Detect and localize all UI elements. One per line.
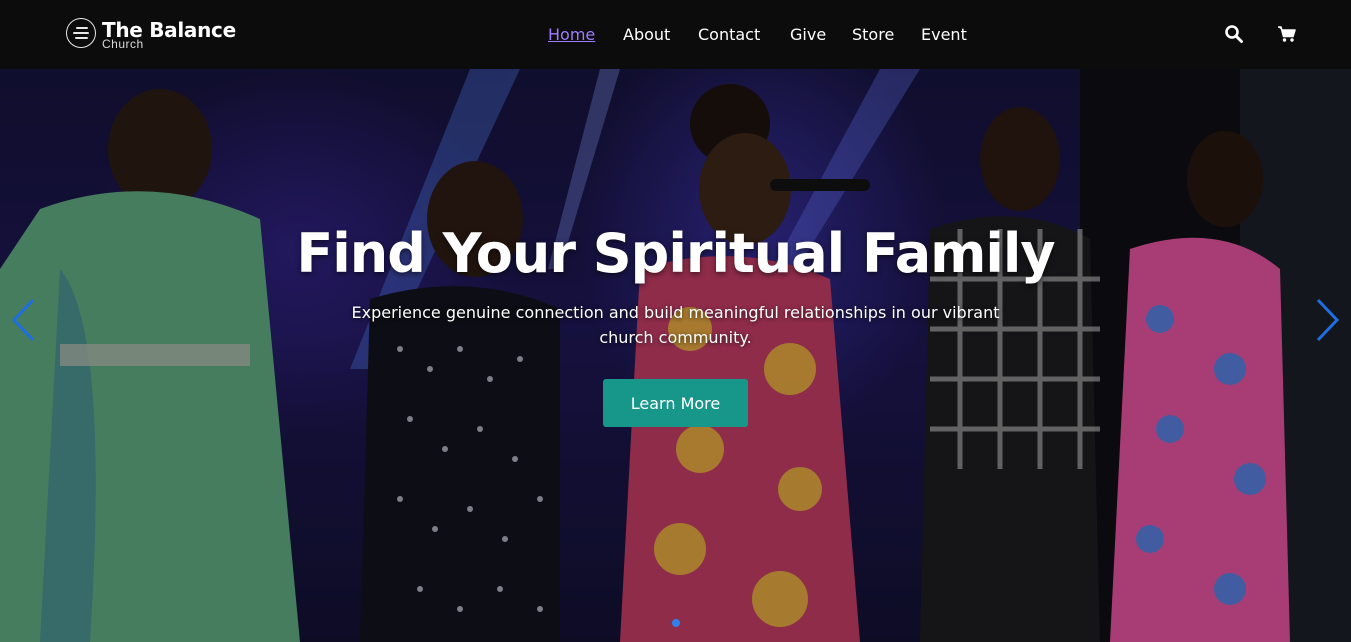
- logo-mark-icon: [66, 18, 96, 48]
- cart-icon[interactable]: [1277, 24, 1297, 44]
- nav-item-give[interactable]: Give: [790, 24, 826, 46]
- nav-item-store[interactable]: Store: [852, 24, 894, 46]
- brand-tagline: Church: [102, 37, 144, 51]
- hero-slider: Find Your Spiritual Family Experience ge…: [0, 69, 1351, 642]
- nav-item-contact[interactable]: Contact: [698, 24, 760, 46]
- hero-subtitle: Experience genuine connection and build …: [351, 303, 1000, 347]
- nav-item-about[interactable]: About: [623, 24, 670, 46]
- learn-more-button[interactable]: Learn More: [603, 379, 748, 427]
- nav-item-home[interactable]: Home: [548, 24, 595, 46]
- search-icon[interactable]: [1224, 24, 1244, 44]
- carousel-next-arrow-icon[interactable]: [1312, 297, 1342, 343]
- carousel-dot-active[interactable]: [672, 619, 680, 627]
- nav-item-event[interactable]: Event: [921, 24, 967, 46]
- hero-title: Find Your Spiritual Family: [296, 222, 1055, 285]
- hero-dim-overlay: [0, 69, 1351, 642]
- carousel-prev-arrow-icon[interactable]: [9, 297, 39, 343]
- site-header: The Balance Church Home About Contact Gi…: [0, 0, 1351, 69]
